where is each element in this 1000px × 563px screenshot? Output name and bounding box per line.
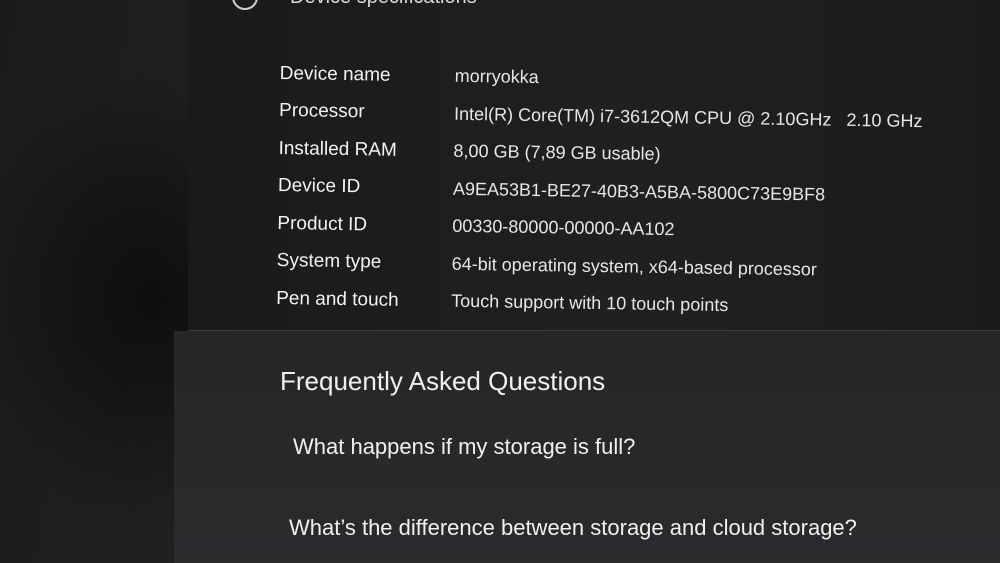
spec-label: Product ID <box>277 212 368 236</box>
spec-value: A9EA53B1-BE27-40B3-A5BA-5800C73E9BF8 <box>452 178 826 205</box>
faq-link-storage-full[interactable]: What happens if my storage is full? <box>293 434 635 460</box>
spec-value: 64-bit operating system, x64-based proce… <box>451 253 818 280</box>
faq-title: Frequently Asked Questions <box>280 366 606 396</box>
spec-label: Device name <box>279 62 391 86</box>
spec-list: Device name morryokka Processor Intel(R)… <box>276 55 980 328</box>
spec-value: 00330-80000-00000-AA102 <box>452 215 675 240</box>
spec-label: Installed RAM <box>278 137 397 161</box>
spec-value: Intel(R) Core(TM) i7-3612QM CPU @ 2.10GH… <box>453 103 923 131</box>
spec-value: Touch support with 10 touch points <box>451 290 729 316</box>
faq-link-storage-vs-cloud[interactable]: What’s the difference between storage an… <box>289 515 857 541</box>
spec-value: morryokka <box>454 65 539 88</box>
spec-label: Device ID <box>277 175 361 198</box>
spec-label: Processor <box>278 100 365 123</box>
spec-label: System type <box>276 250 382 273</box>
spec-label: Pen and touch <box>276 287 399 311</box>
spec-value: 8,00 GB (7,89 GB usable) <box>453 140 661 165</box>
section-heading: Device specifications <box>290 0 477 9</box>
